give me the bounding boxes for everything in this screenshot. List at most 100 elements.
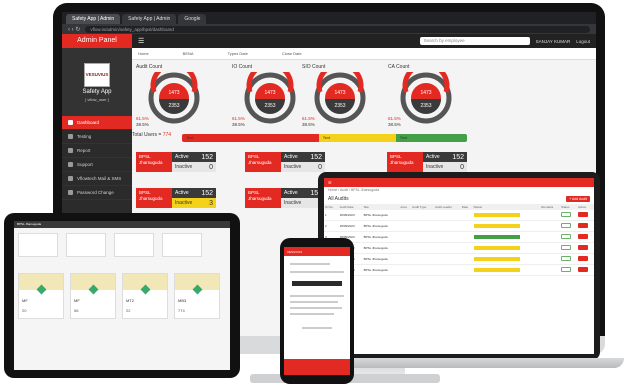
table-cell xyxy=(399,264,412,276)
phone-button[interactable] xyxy=(292,281,342,286)
table-cell xyxy=(411,220,434,232)
table-cell xyxy=(399,242,412,254)
action-cell xyxy=(560,253,577,265)
delete-button[interactable] xyxy=(577,212,588,217)
sidebar-item-dashboard[interactable]: Dashboard xyxy=(62,116,132,130)
breadcrumb-home[interactable]: Home xyxy=(138,51,149,56)
address-bar[interactable]: vflow.in/admin/safety_app/bpsl/dashboard xyxy=(85,25,590,33)
plant-card[interactable]: BPSLJharsuguda Active152 Inactive0 xyxy=(387,152,467,172)
filter-box[interactable] xyxy=(114,233,154,257)
count-top-value: 1473 xyxy=(168,90,179,96)
table-cell xyxy=(460,231,473,243)
delete-button[interactable] xyxy=(577,245,588,250)
edit-button[interactable] xyxy=(561,223,572,228)
sidebar-item-mail-sms[interactable]: Vflowtech Mail & SMS xyxy=(62,172,132,186)
laptop-header: ☰ xyxy=(324,178,594,187)
plant-card[interactable]: BPSLJharsuguda Active152 Inactive0 xyxy=(245,152,325,172)
remarks-cell xyxy=(472,253,541,265)
text-line xyxy=(290,313,334,315)
sidebar-item-support[interactable]: Support xyxy=(62,158,132,172)
action-cell xyxy=(576,220,594,232)
filter-box[interactable] xyxy=(66,233,106,257)
phone-header: VESUVIUS xyxy=(284,247,350,256)
filter-site[interactable]: BENA xyxy=(183,51,194,56)
table-cell xyxy=(433,264,461,276)
delete-button[interactable] xyxy=(577,267,588,272)
table-row[interactable]: 618/09/2023BPSL Jharsuguda xyxy=(324,264,594,276)
table-cell: BPSL Jharsuguda xyxy=(362,264,400,276)
remarks-cell xyxy=(472,231,541,243)
table-row[interactable]: 1 18/09/2023 BPSL Jharsuguda xyxy=(324,210,594,221)
table-row[interactable]: 418/09/2023BPSL Jharsuguda xyxy=(324,242,594,254)
progress-segment: Text xyxy=(182,134,319,142)
status-highlight xyxy=(473,234,520,239)
filter-types-date[interactable]: Types Date xyxy=(228,51,248,56)
edit-button[interactable] xyxy=(561,212,572,217)
table-row[interactable]: 2 18/09/2023 BPSL Jharsuguda xyxy=(324,220,594,232)
table-cell: 18/09/2023 xyxy=(338,220,363,232)
action-cell xyxy=(560,264,577,276)
plant-card[interactable]: BPSL Jharsuguda Active 152 Inactive 3 xyxy=(136,188,216,208)
plant-tile[interactable]: MB3 774 xyxy=(174,273,220,319)
plant-tile[interactable]: MF 20 xyxy=(18,273,64,319)
filter-box[interactable] xyxy=(18,233,58,257)
search-input[interactable]: Search by employee xyxy=(419,37,530,45)
total-users-value: 774 xyxy=(162,132,172,138)
browser-tab[interactable]: Safety App | Admin xyxy=(66,14,121,24)
sidebar-item-testing[interactable]: Testing xyxy=(62,130,132,144)
legend-grey: 38.5% xyxy=(302,122,315,127)
table-cell xyxy=(540,231,561,243)
action-cell xyxy=(576,253,594,265)
count-bottom-value: 2353 xyxy=(168,103,179,109)
sio-count-card: SIO Count 1473 2353 61.5% 38.5% xyxy=(302,64,382,136)
text-line xyxy=(290,295,344,297)
table-cell xyxy=(411,231,434,243)
count-bottom-value: 2353 xyxy=(264,103,275,109)
add-audit-button[interactable]: + Add Audit xyxy=(566,196,590,202)
table-row[interactable]: 518/09/2023BPSL Jharsuguda xyxy=(324,253,594,265)
status-highlight xyxy=(473,256,520,261)
report-icon xyxy=(68,148,73,153)
table-cell xyxy=(433,220,461,232)
table-cell: 18/09/2023 xyxy=(338,210,363,221)
tile-code: MT2 xyxy=(126,298,134,303)
count-legend: 61.5% 38.5% xyxy=(136,116,149,128)
delete-button[interactable] xyxy=(577,223,588,228)
action-cell xyxy=(560,220,577,232)
sidebar-item-label: Password Change xyxy=(77,190,114,195)
back-forward-icon[interactable]: ‹ › ↻ xyxy=(68,26,80,33)
sidebar-item-password-change[interactable]: Password Change xyxy=(62,186,132,200)
plant-tile[interactable]: MT2 22 xyxy=(122,273,168,319)
browser-tab[interactable]: Safety App | Admin xyxy=(122,14,177,24)
table-cell xyxy=(411,253,434,265)
edit-button[interactable] xyxy=(561,234,572,239)
filter-close-date[interactable]: Close Date xyxy=(282,51,302,56)
menu-icon[interactable]: ☰ xyxy=(138,37,144,45)
ca-count-card: CA Count 1473 2353 61.5% 38.5% xyxy=(388,64,468,136)
logout-link[interactable]: Logout xyxy=(576,39,590,44)
edit-button[interactable] xyxy=(561,245,572,250)
count-bottom-value: 2353 xyxy=(334,103,345,109)
table-cell xyxy=(460,264,473,276)
browser-tab[interactable]: Google xyxy=(178,14,207,24)
page-title-row: All Audits + Add Audit xyxy=(324,194,594,204)
table-cell xyxy=(540,242,561,254)
plant-card[interactable]: BPSLJharsuguda Active152 Inactive0 xyxy=(245,188,325,208)
delete-button[interactable] xyxy=(577,256,588,261)
ca-count-gauge: 1473 2353 xyxy=(400,72,452,124)
edit-button[interactable] xyxy=(561,256,572,261)
user-status-progress: Text Text Text xyxy=(182,134,467,142)
sidebar-item-label: Support xyxy=(77,162,93,167)
plant-tile[interactable]: MF 56 xyxy=(70,273,116,319)
table-cell: BPSL Jharsuguda xyxy=(362,242,400,254)
sidebar-item-label: Report xyxy=(77,148,91,153)
table-row[interactable]: 3 18/09/2023 BPSL Jharsuguda xyxy=(324,231,594,243)
edit-button[interactable] xyxy=(561,267,572,272)
plant-card[interactable]: BPSLJharsuguda Active152 Inactive0 xyxy=(136,152,216,172)
io-count-card: IO Count 1473 2353 61.5% 38.5% xyxy=(232,64,312,136)
filter-box[interactable] xyxy=(162,233,202,257)
tablet-filter-grid xyxy=(18,233,202,257)
sidebar-item-report[interactable]: Report xyxy=(62,144,132,158)
tablet-header: BPSL Jharsuguda xyxy=(14,221,230,228)
delete-button[interactable] xyxy=(577,234,588,239)
